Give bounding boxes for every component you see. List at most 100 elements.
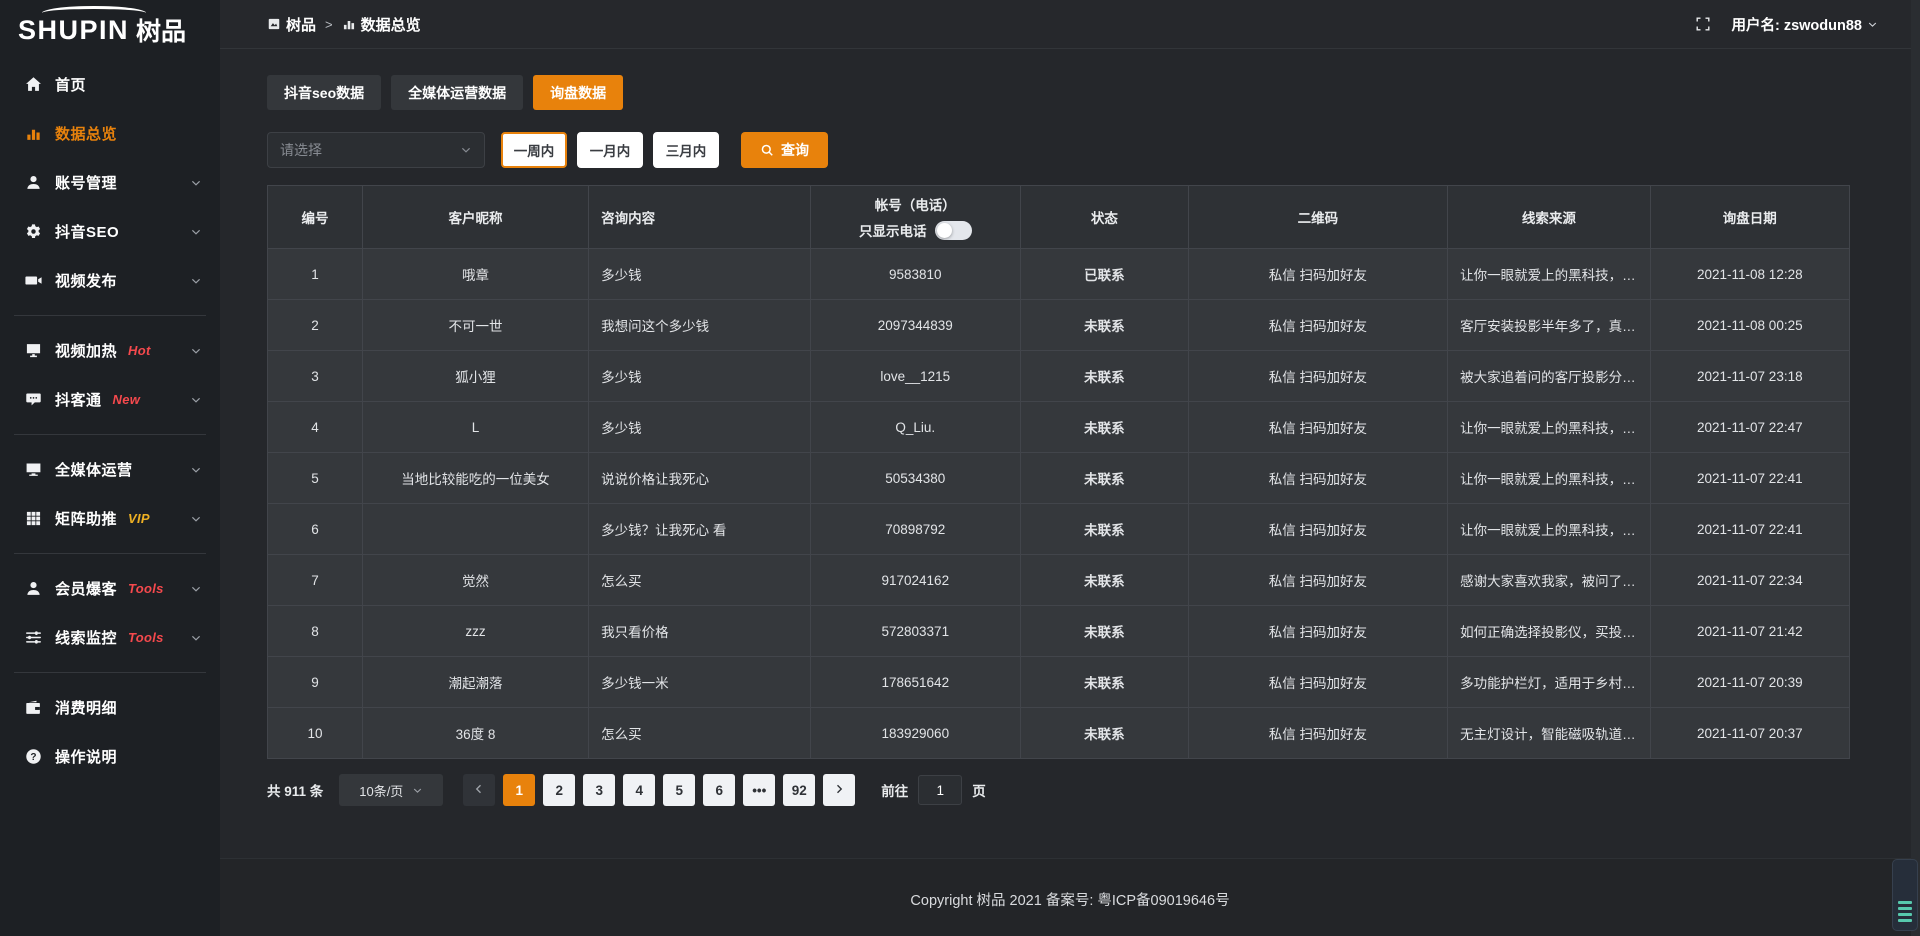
cell-content: 多少钱一米	[589, 657, 810, 708]
range-button-一周内[interactable]: 一周内	[501, 132, 567, 168]
chevron-down-icon	[190, 632, 202, 644]
sidebar-item-视频加热[interactable]: 视频加热Hot	[0, 326, 220, 375]
sidebar-item-badge: VIP	[128, 511, 150, 526]
chart-icon	[342, 17, 356, 31]
sidebar-divider	[14, 434, 206, 435]
topbar-right: 用户名: zswodun88	[1695, 14, 1878, 35]
page-ellipsis[interactable]: •••	[743, 774, 775, 806]
chevron-down-icon	[190, 177, 202, 189]
cell-content: 多少钱	[589, 351, 810, 402]
goto-page-input[interactable]	[918, 775, 962, 805]
chart-icon	[25, 125, 43, 142]
page-size-select[interactable]: 10条/页	[339, 774, 443, 806]
query-button[interactable]: 查询	[741, 132, 828, 168]
cell-source-link[interactable]: 让你一眼就爱上的黑科技，能…	[1448, 402, 1650, 453]
breadcrumb-item-current[interactable]: 数据总览	[342, 14, 421, 35]
range-button-一月内[interactable]: 一月内	[577, 132, 643, 168]
cell-qrcode-link[interactable]: 私信 扫码加好友	[1188, 606, 1447, 657]
cell-qrcode-link[interactable]: 私信 扫码加好友	[1188, 402, 1447, 453]
page-button-1[interactable]: 1	[503, 774, 535, 806]
cell-no: 1	[268, 249, 363, 300]
page-button-3[interactable]: 3	[583, 774, 615, 806]
page-button-2[interactable]: 2	[543, 774, 575, 806]
range-button-三月内[interactable]: 三月内	[653, 132, 719, 168]
pagination-prev-button[interactable]	[463, 774, 495, 806]
table-row: 1036度 8怎么买183929060未联系私信 扫码加好友无主灯设计，智能磁吸…	[268, 708, 1850, 759]
chevron-down-icon	[190, 583, 202, 595]
sidebar-item-视频发布[interactable]: 视频发布	[0, 256, 220, 305]
cell-qrcode-link[interactable]: 私信 扫码加好友	[1188, 657, 1447, 708]
cell-source-link[interactable]: 感谢大家喜欢我家，被问了好…	[1448, 555, 1650, 606]
table-row: 4L多少钱Q_Liu.未联系私信 扫码加好友让你一眼就爱上的黑科技，能…2021…	[268, 402, 1850, 453]
cell-status: 未联系	[1020, 555, 1188, 606]
widget-bar	[1898, 919, 1912, 922]
breadcrumb-item-home[interactable]: 树品	[267, 14, 316, 35]
sidebar-item-会员爆客[interactable]: 会员爆客Tools	[0, 564, 220, 613]
sidebar-item-操作说明[interactable]: ?操作说明	[0, 732, 220, 781]
tab-全媒体运营数据[interactable]: 全媒体运营数据	[391, 75, 523, 110]
sidebar-item-全媒体运营[interactable]: 全媒体运营	[0, 445, 220, 494]
cell-source-link[interactable]: 让你一眼就爱上的黑科技，能…	[1448, 504, 1650, 555]
user-menu[interactable]: 用户名: zswodun88	[1731, 14, 1878, 35]
page-button-5[interactable]: 5	[663, 774, 695, 806]
monitor-icon	[25, 461, 43, 478]
app-icon	[267, 17, 281, 31]
fullscreen-icon[interactable]	[1695, 16, 1711, 32]
sidebar-item-label: 操作说明	[55, 746, 117, 767]
cell-source-link[interactable]: 如何正确选择投影仪，买投影…	[1448, 606, 1650, 657]
cell-account: Q_Liu.	[810, 402, 1020, 453]
wallet-icon	[25, 699, 43, 716]
floating-widget[interactable]	[1892, 859, 1918, 931]
breadcrumb-current-label: 数据总览	[361, 14, 421, 35]
sidebar-item-抖客通[interactable]: 抖客通New	[0, 375, 220, 424]
cell-no: 5	[268, 453, 363, 504]
page-button-4[interactable]: 4	[623, 774, 655, 806]
cell-nickname: zzz	[362, 606, 588, 657]
user-icon	[25, 580, 43, 597]
sidebar-item-badge: Hot	[128, 343, 151, 358]
sidebar-item-数据总览[interactable]: 数据总览	[0, 109, 220, 158]
page-button-92[interactable]: 92	[783, 774, 815, 806]
sidebar-item-label: 首页	[55, 74, 86, 95]
sidebar-item-消费明细[interactable]: 消费明细	[0, 683, 220, 732]
tab-抖音seo数据[interactable]: 抖音seo数据	[267, 75, 381, 110]
cell-source-link[interactable]: 被大家追着问的客厅投影分享…	[1448, 351, 1650, 402]
cell-source-link[interactable]: 多功能护栏灯，适用于乡村文…	[1448, 657, 1650, 708]
phone-only-toggle[interactable]	[935, 221, 972, 240]
grid-icon	[25, 510, 43, 527]
column-header-编号: 编号	[268, 186, 363, 249]
cell-qrcode-link[interactable]: 私信 扫码加好友	[1188, 300, 1447, 351]
scrollbar[interactable]	[1911, 0, 1920, 936]
cell-account: 917024162	[810, 555, 1020, 606]
cell-qrcode-link[interactable]: 私信 扫码加好友	[1188, 555, 1447, 606]
cell-status: 未联系	[1020, 657, 1188, 708]
sidebar-item-矩阵助推[interactable]: 矩阵助推VIP	[0, 494, 220, 543]
logo-arc	[42, 6, 146, 20]
tab-询盘数据[interactable]: 询盘数据	[533, 75, 623, 110]
account-header-label: 帐号（电话）	[823, 194, 1008, 214]
filter-select[interactable]: 请选择	[267, 132, 485, 168]
cell-content: 我想问这个多少钱	[589, 300, 810, 351]
sidebar-item-首页[interactable]: 首页	[0, 60, 220, 109]
column-header-二维码: 二维码	[1188, 186, 1447, 249]
cell-source-link[interactable]: 让你一眼就爱上的黑科技，能…	[1448, 453, 1650, 504]
sidebar-item-线索监控[interactable]: 线索监控Tools	[0, 613, 220, 662]
cell-qrcode-link[interactable]: 私信 扫码加好友	[1188, 504, 1447, 555]
page-button-6[interactable]: 6	[703, 774, 735, 806]
cell-source-link[interactable]: 让你一眼就爱上的黑科技，能…	[1448, 249, 1650, 300]
sidebar-item-抖音SEO[interactable]: 抖音SEO	[0, 207, 220, 256]
cell-account: 572803371	[810, 606, 1020, 657]
cell-source-link[interactable]: 客厅安装投影半年多了，真实…	[1448, 300, 1650, 351]
cell-qrcode-link[interactable]: 私信 扫码加好友	[1188, 708, 1447, 759]
sidebar-item-账号管理[interactable]: 账号管理	[0, 158, 220, 207]
cell-status: 已联系	[1020, 249, 1188, 300]
cell-qrcode-link[interactable]: 私信 扫码加好友	[1188, 453, 1447, 504]
user-icon	[25, 174, 43, 191]
cell-qrcode-link[interactable]: 私信 扫码加好友	[1188, 249, 1447, 300]
pagination-next-button[interactable]	[823, 774, 855, 806]
cell-source-link[interactable]: 无主灯设计，智能磁吸轨道灯…	[1448, 708, 1650, 759]
sidebar-menu: 首页数据总览账号管理抖音SEO视频发布视频加热Hot抖客通New 全媒体运营矩阵助…	[0, 60, 220, 936]
cell-qrcode-link[interactable]: 私信 扫码加好友	[1188, 351, 1447, 402]
table-row: 8zzz我只看价格572803371未联系私信 扫码加好友如何正确选择投影仪，买…	[268, 606, 1850, 657]
cell-nickname: 哦章	[362, 249, 588, 300]
